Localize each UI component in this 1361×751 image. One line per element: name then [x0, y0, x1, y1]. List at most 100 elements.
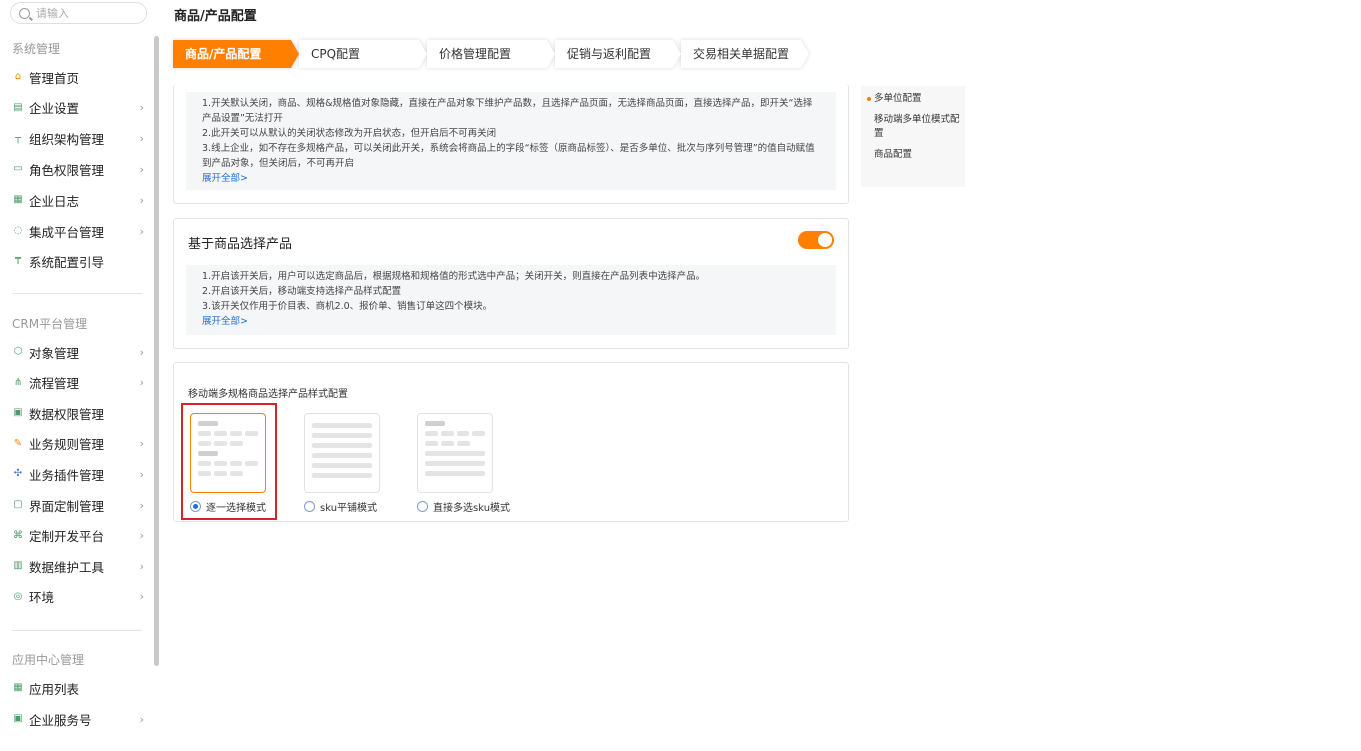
sidebar-item[interactable]: ⋔ 流程管理 ›	[12, 372, 144, 394]
config-card-mobile-style: 移动端多规格商品选择产品样式配置 逐一选择模式 sku平铺模式 直接多选sku模…	[173, 362, 849, 522]
sidebar-item[interactable]: ◎ 环境 ›	[12, 586, 144, 608]
chevron-right-icon: ›	[139, 498, 144, 512]
anchor-goods-config[interactable]: 商品配置	[867, 148, 965, 162]
tab-cpq-config[interactable]: CPQ配置	[299, 40, 427, 68]
card-title: 基于商品选择产品	[188, 237, 293, 252]
tab-label: 商品/产品配置	[185, 47, 262, 61]
org-tree-icon: ┬	[14, 132, 22, 144]
sidebar-item[interactable]: ┬ 组织架构管理 ›	[12, 128, 144, 150]
anchor-mobile-multi-unit[interactable]: 移动端多单位模式配置	[867, 113, 965, 141]
description-line: 3.线上企业，如不存在多规格产品，可以关闭此开关，系统会将商品上的字段“标签（原…	[202, 143, 815, 169]
mode-preview-multi-sku[interactable]	[417, 413, 493, 493]
sidebar-item[interactable]: ⌘ 定制开发平台 ›	[12, 525, 144, 547]
chart-icon: ▥	[13, 560, 23, 572]
chevron-right-icon: ›	[139, 467, 144, 481]
radio-label: 逐一选择模式	[206, 503, 266, 514]
sidebar-item-label: 集成平台管理	[29, 224, 105, 240]
group-title-crm: CRM平台管理	[12, 317, 88, 331]
sidebar-item-label: 数据权限管理	[29, 406, 105, 422]
expand-all-link[interactable]: 展开全部>	[202, 173, 248, 184]
sidebar-item[interactable]: ✎ 业务规则管理 ›	[12, 433, 144, 455]
config-card-product: 1.开关默认关闭，商品、规格&规格值对象隐藏，直接在产品对象下维护产品数，且选择…	[173, 84, 849, 204]
radio-multi-sku[interactable]: 直接多选sku模式	[417, 499, 510, 514]
sidebar-item[interactable]: ⌂ 管理首页	[12, 66, 144, 88]
sidebar: 系统管理 ⌂ 管理首页 ▤ 企业设置 › ┬ 组织架构管理 › ▭ 角色权限管理 › ▦ 企业日志 › ◌ 集…	[0, 0, 160, 751]
sidebar-item-label: 企业设置	[29, 101, 80, 117]
sidebar-item[interactable]: ₸ 系统配置引导	[12, 251, 144, 273]
mode-preview-one-by-one[interactable]	[190, 413, 266, 493]
sidebar-item-label: 界面定制管理	[29, 498, 105, 514]
sidebar-item-label: 系统配置引导	[29, 255, 105, 271]
radio-sku-tile[interactable]: sku平铺模式	[304, 499, 382, 514]
radio-label: sku平铺模式	[320, 503, 378, 514]
sidebar-item[interactable]: ▦ 应用列表	[12, 677, 144, 699]
config-card-select-by-goods: 基于商品选择产品 1.开启该开关后，用户可以选定商品后，根据规格和规格值的形式选…	[173, 218, 849, 349]
sidebar-divider	[12, 293, 142, 294]
description-line: 1.开启该开关后，用户可以选定商品后，根据规格和规格值的形式选中产品；关闭开关，…	[202, 271, 706, 282]
sidebar-scrollbar[interactable]	[154, 36, 159, 666]
sidebar-item[interactable]: ▭ 角色权限管理 ›	[12, 158, 144, 180]
sidebar-item[interactable]: ✣ 业务插件管理 ›	[12, 463, 144, 485]
sidebar-item-label: 应用列表	[29, 681, 80, 697]
cube-icon: ⬡	[13, 346, 23, 357]
mode-option-one-by-one[interactable]: 逐一选择模式	[190, 413, 268, 514]
chevron-right-icon: ›	[139, 712, 144, 726]
anchor-multi-unit[interactable]: 多单位配置	[867, 92, 965, 106]
group-title-app: 应用中心管理	[12, 653, 85, 667]
chevron-right-icon: ›	[139, 193, 144, 207]
anchor-nav: 多单位配置 移动端多单位模式配置 商品配置	[861, 86, 965, 187]
description-box: 1.开关默认关闭，商品、规格&规格值对象隐藏，直接在产品对象下维护产品数，且选择…	[186, 92, 836, 190]
sidebar-item[interactable]: ▦ 企业日志 ›	[12, 189, 144, 211]
id-card-icon: ▭	[13, 163, 23, 175]
sidebar-item-label: 环境	[29, 590, 55, 606]
sidebar-item[interactable]: ⬡ 对象管理 ›	[12, 341, 144, 363]
tab-label: 价格管理配置	[439, 47, 512, 61]
page-title: 商品/产品配置	[174, 9, 257, 24]
chevron-right-icon: ›	[139, 101, 144, 115]
sidebar-item[interactable]: ▢ 界面定制管理 ›	[12, 494, 144, 516]
chevron-right-icon: ›	[139, 224, 144, 238]
chevron-right-icon: ›	[139, 345, 144, 359]
description-box: 1.开启该开关后，用户可以选定商品后，根据规格和规格值的形式选中产品；关闭开关，…	[186, 265, 836, 335]
flow-icon: ⋔	[13, 376, 23, 388]
sidebar-item[interactable]: ▥ 数据维护工具 ›	[12, 555, 144, 577]
tab-transaction-config[interactable]: 交易相关单据配置	[681, 40, 809, 68]
radio-unchecked-icon	[417, 501, 428, 512]
sidebar-item-label: 流程管理	[29, 376, 80, 392]
rule-icon: ✎	[13, 437, 23, 449]
home-icon: ⌂	[14, 71, 22, 82]
description-line: 3.该开关仅作用于价目表、商机2.0、报价单、销售订单这四个模块。	[202, 301, 493, 312]
tab-label: CPQ配置	[311, 47, 361, 61]
chevron-right-icon: ›	[139, 132, 144, 146]
sidebar-item[interactable]: ▣ 数据权限管理	[12, 402, 144, 424]
sidebar-item-label: 企业日志	[29, 193, 80, 209]
search-icon	[19, 7, 30, 19]
search-box[interactable]	[10, 2, 147, 24]
chevron-right-icon: ›	[139, 437, 144, 451]
tab-promotion-config[interactable]: 促销与返利配置	[555, 40, 681, 68]
description-line: 2.此开关可以从默认的关闭状态修改为开启状态，但开启后不可再关闭	[202, 128, 497, 139]
sidebar-item-label: 组织架构管理	[29, 132, 105, 148]
sidebar-item[interactable]: ▤ 企业设置 ›	[12, 97, 144, 119]
code-icon: ⌘	[13, 529, 23, 541]
mobile-style-title: 移动端多规格商品选择产品样式配置	[188, 389, 348, 400]
radio-one-by-one[interactable]: 逐一选择模式	[190, 499, 268, 514]
chevron-right-icon: ›	[139, 376, 144, 390]
mode-preview-sku-tile[interactable]	[304, 413, 380, 493]
search-input[interactable]	[36, 6, 136, 20]
data-permission-icon: ▣	[13, 407, 23, 419]
description-line: 2.开启该开关后，移动端支持选择产品样式配置	[202, 286, 402, 297]
mode-option-multi-sku[interactable]: 直接多选sku模式	[417, 413, 510, 514]
building-icon: ▤	[13, 101, 23, 113]
plugin-icon: ✣	[13, 468, 23, 480]
tab-price-config[interactable]: 价格管理配置	[427, 40, 555, 68]
select-by-goods-toggle[interactable]	[798, 231, 834, 249]
mode-option-sku-tile[interactable]: sku平铺模式	[304, 413, 382, 514]
expand-all-link[interactable]: 展开全部>	[202, 316, 248, 327]
chevron-right-icon: ›	[139, 559, 144, 573]
tab-product-config[interactable]: 商品/产品配置	[173, 40, 299, 68]
sidebar-item[interactable]: ▣ 企业服务号 ›	[12, 708, 144, 730]
sidebar-item-label: 对象管理	[29, 345, 80, 361]
sidebar-item-label: 角色权限管理	[29, 162, 105, 178]
sidebar-item[interactable]: ◌ 集成平台管理 ›	[12, 220, 144, 242]
